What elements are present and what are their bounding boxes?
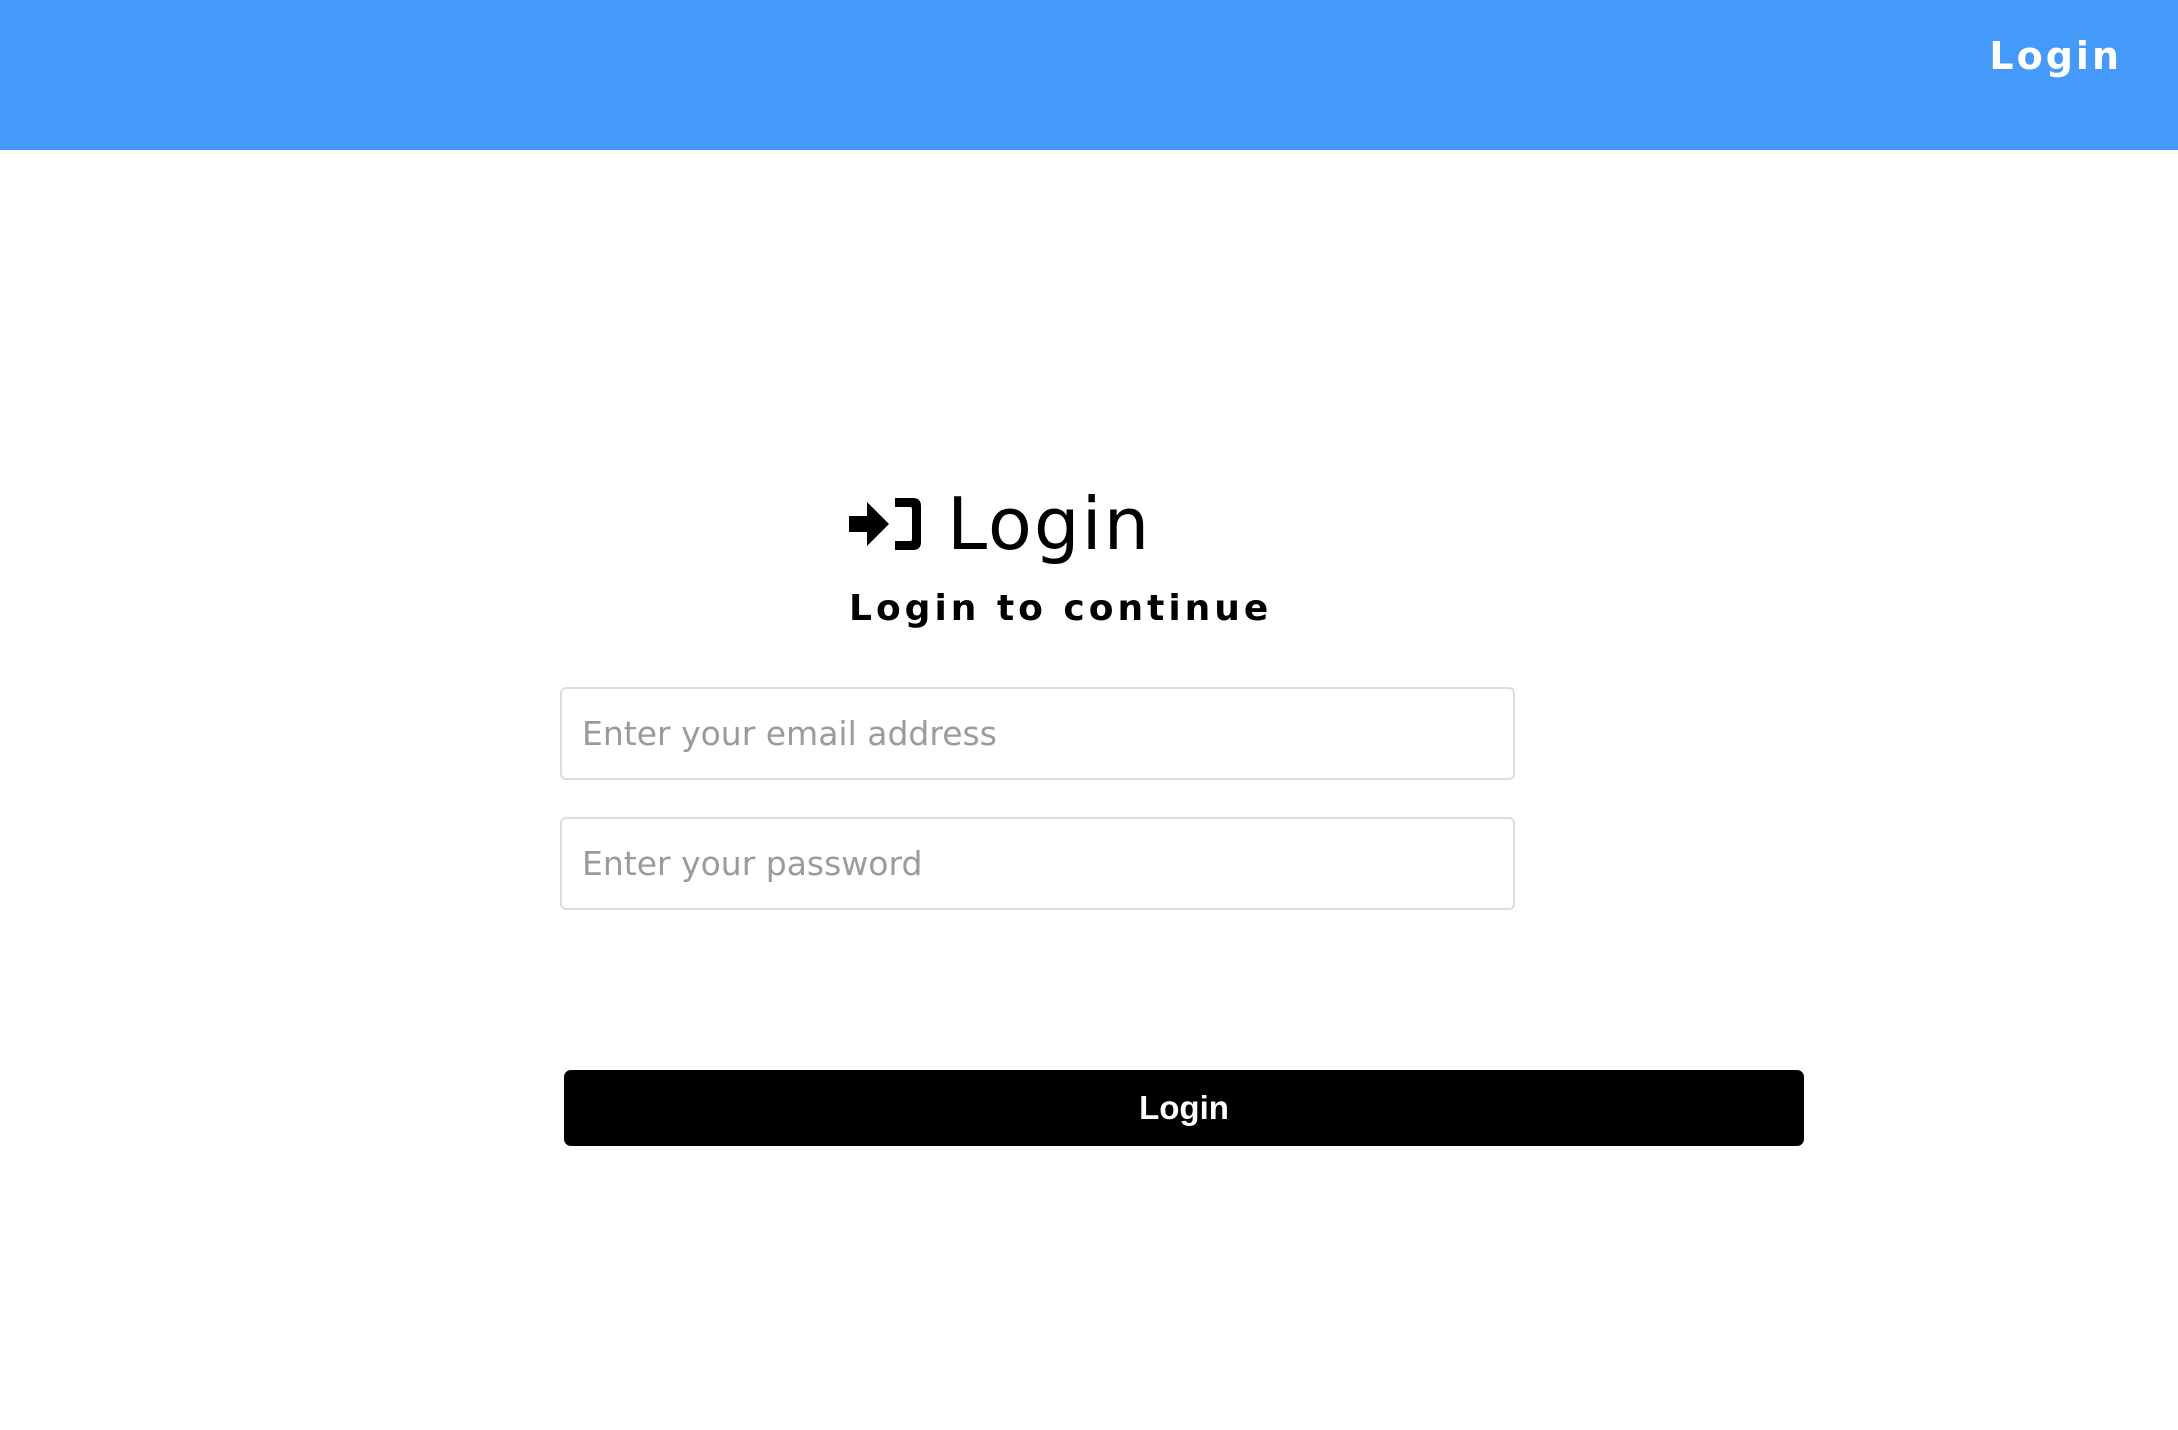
page-title: Login (947, 482, 1152, 566)
login-heading: Login (849, 484, 1151, 564)
top-navbar: Login (0, 0, 2178, 150)
sign-in-icon (849, 495, 923, 553)
nav-login-link[interactable]: Login (1989, 32, 2122, 80)
email-field[interactable] (560, 687, 1515, 780)
password-field[interactable] (560, 817, 1515, 910)
login-subtitle: Login to continue (849, 588, 1273, 629)
login-button[interactable]: Login (564, 1070, 1804, 1146)
